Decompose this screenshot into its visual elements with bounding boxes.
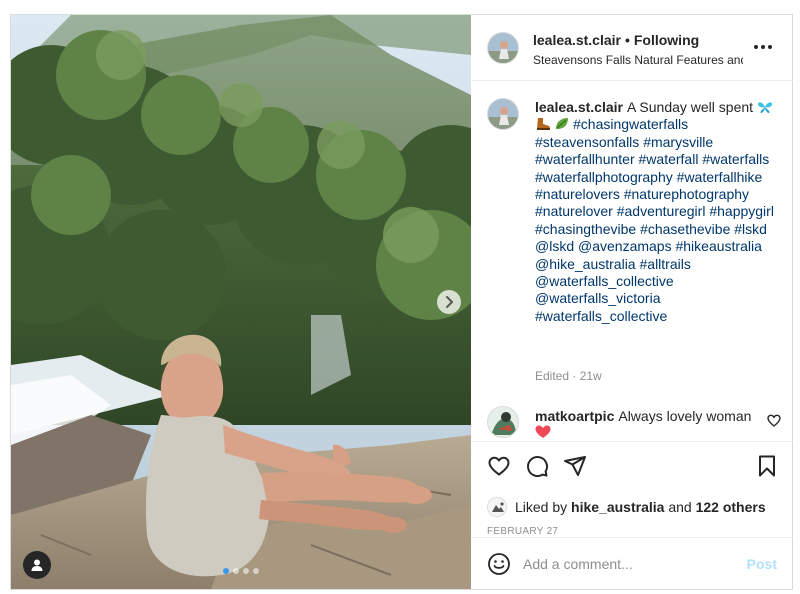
hashtag-link[interactable]: #marysville xyxy=(643,134,713,150)
liker-username[interactable]: hike_australia xyxy=(571,499,664,515)
mention-link[interactable]: @hike_australia xyxy=(535,256,636,272)
post-photo[interactable] xyxy=(11,15,471,589)
caption-username[interactable]: lealea.st.clair xyxy=(535,99,623,115)
hashtag-link[interactable]: #waterfallphotography xyxy=(535,169,673,185)
more-dot-icon xyxy=(754,45,758,49)
likes-summary: Liked by hike_australia and 122 others xyxy=(515,499,766,515)
emoji-smiley-icon[interactable] xyxy=(487,552,511,576)
liked-by-label: Liked by xyxy=(515,499,568,515)
hashtag-link[interactable]: #lskd xyxy=(734,221,767,237)
carousel-dot xyxy=(243,568,249,574)
hiking-boot-icon xyxy=(537,118,550,131)
tagged-users-button[interactable] xyxy=(23,551,51,579)
post-header: lealea.st.clair • Following Steavensons Fa… xyxy=(471,15,793,81)
carousel-dot xyxy=(253,568,259,574)
add-comment-bar: Post xyxy=(471,537,793,589)
carousel-indicator xyxy=(223,568,259,574)
comment-like-heart-icon[interactable] xyxy=(767,414,781,428)
hashtag-link[interactable]: #waterfallhunter xyxy=(535,151,635,167)
butterfly-icon xyxy=(757,102,772,113)
hashtag-link[interactable]: #waterfalls xyxy=(702,151,769,167)
comment-input[interactable] xyxy=(523,554,723,574)
mention-link[interactable]: @avenzamaps xyxy=(578,238,672,254)
hashtag-link[interactable]: #naturelover xyxy=(535,203,613,219)
caption-text: A Sunday well spent xyxy=(626,99,754,115)
mention-link[interactable]: @waterfalls_collective xyxy=(535,273,674,289)
post-date: FEBRUARY 27 xyxy=(487,526,559,537)
post-dialog: lealea.st.clair • Following Steavensons Fa… xyxy=(10,14,793,590)
commenter-profile-photo xyxy=(488,407,518,437)
post-comment-button[interactable]: Post xyxy=(747,556,777,572)
following-button[interactable]: Following xyxy=(634,32,699,48)
mention-link[interactable]: @waterfalls_victoria xyxy=(535,290,660,306)
carousel-dot xyxy=(233,568,239,574)
hashtag-link[interactable]: #chasingthevibe xyxy=(535,221,636,237)
profile-photo xyxy=(488,33,518,63)
post-caption: lealea.st.clair A Sunday well spent #chas… xyxy=(535,99,775,325)
header-separator: • xyxy=(624,32,630,48)
hashtag-link[interactable]: #chasethevibe xyxy=(640,221,730,237)
post-side-panel: lealea.st.clair • Following Steavensons Fa… xyxy=(471,15,793,589)
hashtag-link[interactable]: #waterfall xyxy=(639,151,699,167)
comment-bubble-icon[interactable] xyxy=(525,454,549,478)
commenter-avatar[interactable] xyxy=(487,406,519,438)
caption-hashtags: #chasingwaterfalls #steavensonfalls #mar… xyxy=(535,116,774,323)
profile-photo xyxy=(488,99,518,129)
hashtag-link[interactable]: #steavensonfalls xyxy=(535,134,639,150)
author-username[interactable]: lealea.st.clair xyxy=(533,32,621,48)
edited-timestamp: Edited · 21w xyxy=(535,369,602,383)
author-avatar[interactable] xyxy=(487,32,519,64)
hashtag-link[interactable]: #happygirl xyxy=(709,203,774,219)
commenter-username[interactable]: matkoartpic xyxy=(535,408,614,424)
more-dot-icon xyxy=(761,45,765,49)
waterfall-photo-scene xyxy=(11,15,471,589)
liker-profile-photo xyxy=(488,498,506,516)
hashtag-link[interactable]: #naturelovers xyxy=(535,186,620,202)
like-heart-icon[interactable] xyxy=(487,454,511,478)
leaf-icon xyxy=(556,118,568,130)
comment-item: matkoartpic Always lovely woman xyxy=(535,408,755,425)
caption-author-avatar[interactable] xyxy=(487,98,519,130)
post-location[interactable]: Steavensons Falls Natural Features and S… xyxy=(533,53,743,67)
likes-others-count[interactable]: 122 others xyxy=(696,499,766,515)
carousel-dot-active xyxy=(223,568,229,574)
hashtag-link[interactable]: #naturephotography xyxy=(624,186,749,202)
carousel-next-button[interactable] xyxy=(437,290,461,314)
more-options-button[interactable] xyxy=(751,39,775,55)
hashtag-link[interactable]: #alltrails xyxy=(640,256,691,272)
chevron-right-icon xyxy=(446,296,453,308)
comment-text: Always lovely woman xyxy=(618,408,752,424)
likes-and-label: and xyxy=(668,499,692,515)
hashtag-link[interactable]: #hikeaustralia xyxy=(675,238,761,254)
share-paper-plane-icon[interactable] xyxy=(563,454,587,478)
hashtag-link[interactable]: #chasingwaterfalls xyxy=(573,116,688,132)
hashtag-link[interactable]: #waterfalls_collective xyxy=(535,308,667,324)
hashtag-link[interactable]: #adventuregirl xyxy=(617,203,706,219)
mention-link[interactable]: @lskd xyxy=(535,238,574,254)
liker-avatar[interactable] xyxy=(487,497,507,517)
header-user-line: lealea.st.clair • Following xyxy=(533,32,699,48)
red-heart-icon xyxy=(535,425,551,438)
save-bookmark-icon[interactable] xyxy=(755,454,779,478)
comments-section: lealea.st.clair A Sunday well spent #chas… xyxy=(471,82,793,440)
user-icon xyxy=(31,559,43,571)
hashtag-link[interactable]: #waterfallhike xyxy=(677,169,763,185)
more-dot-icon xyxy=(768,45,772,49)
